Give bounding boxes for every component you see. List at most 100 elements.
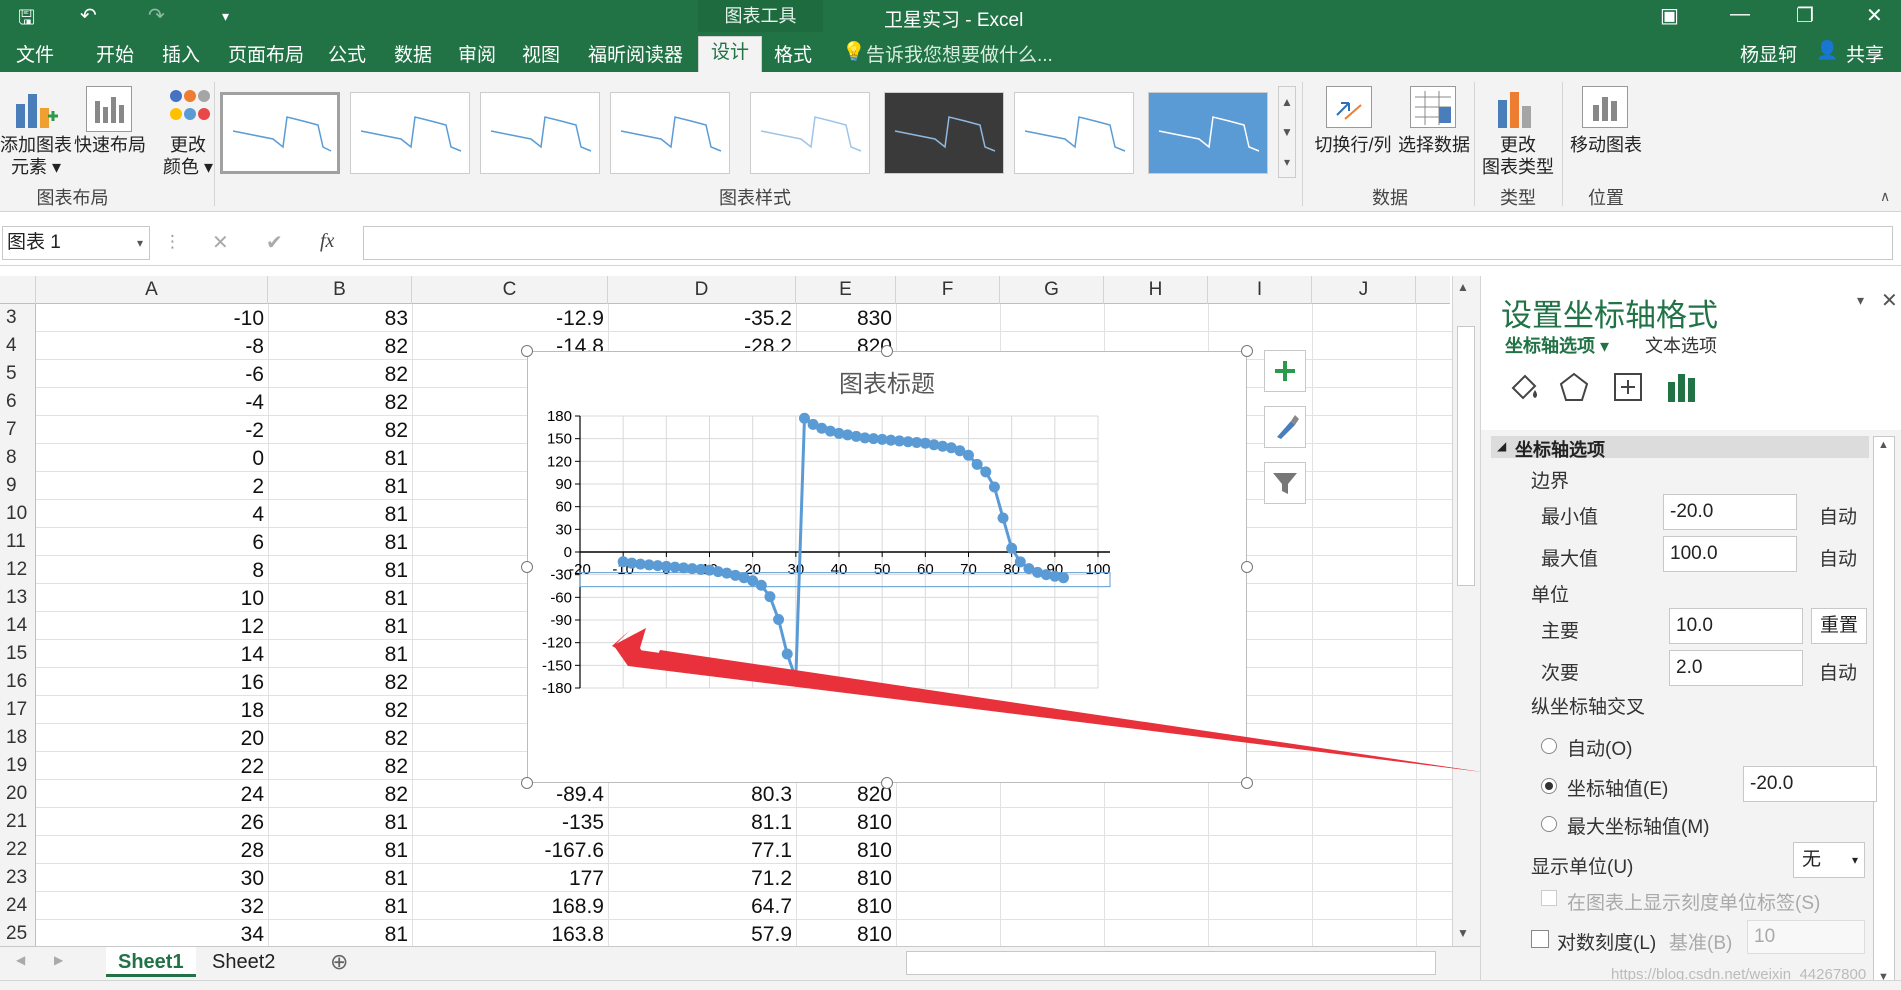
- show-units-checkbox[interactable]: [1541, 890, 1557, 906]
- row-header[interactable]: 22: [0, 836, 36, 864]
- cell-b[interactable]: 81: [268, 892, 412, 920]
- switch-row-column-button[interactable]: 切换行/列: [1308, 134, 1398, 156]
- chart-title[interactable]: 图表标题: [839, 371, 935, 398]
- radio-max-value-label[interactable]: 最大坐标轴值(M): [1567, 812, 1709, 839]
- size-properties-icon[interactable]: [1611, 370, 1645, 409]
- cell-b[interactable]: 82: [268, 388, 412, 416]
- cell-a[interactable]: -6: [36, 360, 268, 388]
- line-chart[interactable]: 图表标题 1801501209060300-30-60-90-120-150-1…: [528, 352, 1246, 782]
- undo-icon[interactable]: ↶: [80, 3, 97, 28]
- row-header[interactable]: 8: [0, 444, 36, 472]
- cell-b[interactable]: 81: [268, 472, 412, 500]
- cell-d[interactable]: 80.3: [608, 780, 796, 808]
- customize-toolbar-icon[interactable]: ▾: [222, 8, 229, 25]
- max-input[interactable]: 100.0: [1663, 536, 1797, 572]
- row-header[interactable]: 25: [0, 920, 36, 946]
- cell-a[interactable]: -4: [36, 388, 268, 416]
- minor-auto[interactable]: 自动: [1819, 658, 1857, 685]
- tab-insert[interactable]: 插入: [162, 40, 200, 67]
- add-chart-element-button[interactable]: 添加图表 元素 ▾: [0, 134, 72, 178]
- resize-handle[interactable]: [521, 777, 533, 789]
- cell-a[interactable]: 10: [36, 584, 268, 612]
- cell-d[interactable]: 64.7: [608, 892, 796, 920]
- cell-a[interactable]: 6: [36, 528, 268, 556]
- select-data-icon[interactable]: [1410, 86, 1456, 128]
- chart-styles-button[interactable]: [1264, 406, 1306, 448]
- row-header[interactable]: 9: [0, 472, 36, 500]
- pane-options-icon[interactable]: ▾: [1857, 292, 1864, 309]
- chart-style-1[interactable]: [220, 92, 340, 174]
- chart-style-6[interactable]: [884, 92, 1004, 174]
- cell-a[interactable]: 18: [36, 696, 268, 724]
- cell-b[interactable]: 81: [268, 444, 412, 472]
- minimize-icon[interactable]: —: [1730, 3, 1750, 26]
- cell-c[interactable]: 168.9: [412, 892, 608, 920]
- redo-icon[interactable]: ↷: [148, 3, 165, 28]
- cell-a[interactable]: 34: [36, 920, 268, 946]
- log-scale-checkbox[interactable]: [1531, 930, 1549, 948]
- resize-handle[interactable]: [1241, 561, 1253, 573]
- cell-d[interactable]: 71.2: [608, 864, 796, 892]
- cell-b[interactable]: 81: [268, 556, 412, 584]
- chart-style-8[interactable]: [1148, 92, 1268, 174]
- cell-e[interactable]: 810: [796, 836, 896, 864]
- chart-style-2[interactable]: [350, 92, 470, 174]
- resize-handle[interactable]: [881, 345, 893, 357]
- row-header[interactable]: 14: [0, 612, 36, 640]
- scroll-up-icon[interactable]: ▲: [1457, 280, 1469, 294]
- row-header[interactable]: 5: [0, 360, 36, 388]
- radio-max-value[interactable]: [1541, 816, 1557, 832]
- row-header[interactable]: 12: [0, 556, 36, 584]
- row-header[interactable]: 24: [0, 892, 36, 920]
- column-header-d[interactable]: D: [608, 276, 796, 304]
- cell-d[interactable]: 57.9: [608, 920, 796, 946]
- chart-elements-button[interactable]: [1264, 350, 1306, 392]
- tab-data[interactable]: 数据: [394, 40, 432, 67]
- tab-foxit[interactable]: 福昕阅读器: [588, 40, 683, 67]
- cell-b[interactable]: 81: [268, 500, 412, 528]
- prev-sheet-icon[interactable]: ◀: [16, 953, 25, 967]
- radio-auto-label[interactable]: 自动(O): [1567, 734, 1632, 761]
- cell-e[interactable]: 810: [796, 892, 896, 920]
- restore-icon[interactable]: ❐: [1796, 3, 1814, 28]
- formula-input[interactable]: [363, 226, 1893, 260]
- change-chart-type-icon[interactable]: [1494, 86, 1540, 132]
- move-chart-button[interactable]: 移动图表: [1566, 134, 1646, 156]
- cell-b[interactable]: 82: [268, 332, 412, 360]
- change-chart-type-button[interactable]: 更改 图表类型: [1478, 134, 1558, 178]
- row-header[interactable]: 11: [0, 528, 36, 556]
- tab-design[interactable]: 设计: [698, 36, 763, 72]
- row-header[interactable]: 10: [0, 500, 36, 528]
- cell-b[interactable]: 81: [268, 920, 412, 946]
- row-header[interactable]: 21: [0, 808, 36, 836]
- collapse-ribbon-icon[interactable]: ∧: [1880, 188, 1890, 205]
- column-header-c[interactable]: C: [412, 276, 608, 304]
- cell-a[interactable]: 0: [36, 444, 268, 472]
- chart-style-7[interactable]: [1014, 92, 1134, 174]
- column-header-i[interactable]: I: [1208, 276, 1312, 304]
- cell-b[interactable]: 81: [268, 808, 412, 836]
- tab-view[interactable]: 视图: [522, 40, 560, 67]
- cell-b[interactable]: 82: [268, 416, 412, 444]
- base-input[interactable]: 10: [1747, 920, 1865, 954]
- cell-a[interactable]: 28: [36, 836, 268, 864]
- cell-a[interactable]: 14: [36, 640, 268, 668]
- share-button[interactable]: 共享: [1846, 40, 1884, 67]
- row-header[interactable]: 7: [0, 416, 36, 444]
- tab-axis-options[interactable]: 坐标轴选项 ▾: [1505, 332, 1609, 358]
- tab-page-layout[interactable]: 页面布局: [228, 40, 304, 67]
- cell-a[interactable]: -10: [36, 304, 268, 332]
- resize-handle[interactable]: [1241, 777, 1253, 789]
- cell-a[interactable]: 26: [36, 808, 268, 836]
- min-auto[interactable]: 自动: [1819, 502, 1857, 529]
- column-header-a[interactable]: A: [36, 276, 268, 304]
- log-scale-label[interactable]: 对数刻度(L): [1557, 928, 1656, 955]
- cell-c[interactable]: -167.6: [412, 836, 608, 864]
- add-chart-element-icon[interactable]: [12, 86, 58, 132]
- cell-b[interactable]: 81: [268, 640, 412, 668]
- chart-style-5[interactable]: [750, 92, 870, 174]
- row-header[interactable]: 13: [0, 584, 36, 612]
- major-input[interactable]: 10.0: [1669, 608, 1803, 644]
- cell-a[interactable]: 4: [36, 500, 268, 528]
- sheet-tab-sheet2[interactable]: Sheet2: [200, 947, 287, 977]
